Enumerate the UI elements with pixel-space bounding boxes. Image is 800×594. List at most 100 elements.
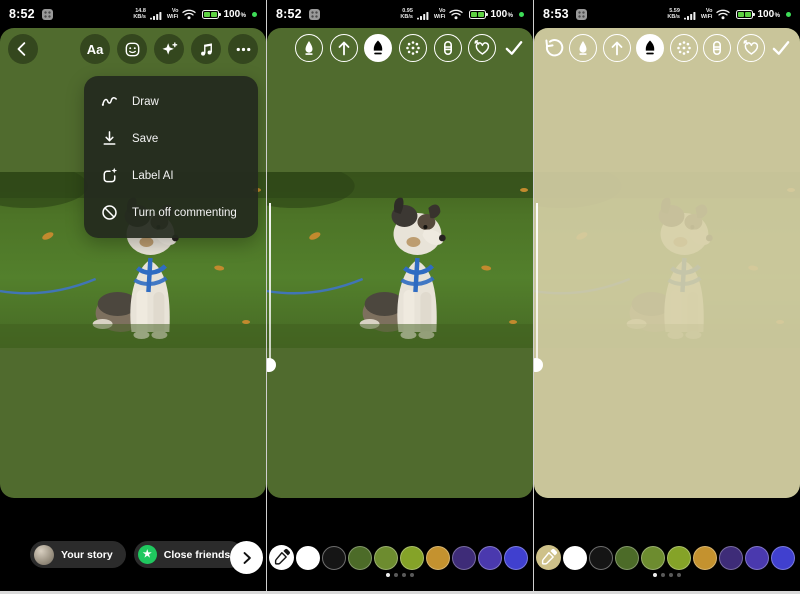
color-swatch[interactable] — [589, 546, 613, 570]
color-swatch[interactable] — [641, 546, 665, 570]
network-speed: 0.95KB/s — [400, 8, 413, 20]
arrow-tool-button[interactable] — [603, 34, 631, 62]
undo-button[interactable] — [542, 37, 564, 59]
eyedropper-button[interactable] — [269, 545, 294, 570]
color-swatch[interactable] — [478, 546, 502, 570]
effects-tool-button[interactable] — [154, 34, 184, 64]
music-note-icon — [197, 40, 216, 59]
brush-size-slider-handle[interactable] — [267, 358, 276, 372]
color-palette — [536, 545, 800, 570]
pen-tool-button[interactable] — [295, 34, 323, 62]
text-tool-label: Aa — [87, 42, 104, 57]
color-swatch[interactable] — [374, 546, 398, 570]
color-swatch[interactable] — [563, 546, 587, 570]
no-comment-icon — [100, 203, 119, 222]
recorder-app-icon — [309, 9, 320, 20]
drawing-canvas[interactable] — [267, 28, 533, 498]
back-button[interactable] — [8, 34, 38, 64]
heart-tool-button[interactable] — [737, 34, 765, 62]
pagination-dot — [661, 573, 665, 577]
close-friends-button[interactable]: ★ Close friends — [134, 541, 244, 568]
eraser-icon — [707, 38, 727, 58]
eraser-tool-button[interactable] — [703, 34, 731, 62]
text-tool-button[interactable]: Aa — [80, 34, 110, 64]
menu-item-draw[interactable]: Draw — [84, 83, 258, 120]
your-story-label: Your story — [61, 549, 113, 561]
heart-tool-button[interactable] — [468, 34, 496, 62]
pagination-dot — [677, 573, 681, 577]
menu-item-save[interactable]: Save — [84, 120, 258, 157]
ellipsis-icon — [234, 40, 253, 59]
brush-size-slider[interactable] — [269, 203, 271, 361]
draw-toolbar — [542, 34, 792, 62]
battery-percent: 100% — [757, 9, 780, 20]
color-swatch[interactable] — [296, 546, 320, 570]
marker-fill-layer — [534, 28, 800, 498]
privacy-indicator-dot — [519, 12, 524, 17]
color-swatch[interactable] — [504, 546, 528, 570]
neon-tool-button[interactable] — [399, 34, 427, 62]
privacy-indicator-dot — [786, 12, 791, 17]
menu-item-label: Draw — [132, 96, 159, 108]
save-icon — [100, 129, 119, 148]
pen-icon — [573, 38, 593, 58]
privacy-indicator-dot — [252, 12, 257, 17]
next-button[interactable] — [230, 541, 263, 574]
eyedropper-button[interactable] — [536, 545, 561, 570]
your-story-button[interactable]: Your story — [30, 541, 126, 568]
color-palette — [269, 545, 533, 570]
color-swatch[interactable] — [452, 546, 476, 570]
color-swatch[interactable] — [745, 546, 769, 570]
brush-size-slider[interactable] — [536, 203, 538, 361]
clock: 8:53 — [543, 7, 569, 21]
music-tool-button[interactable] — [191, 34, 221, 64]
arrow-icon — [334, 38, 354, 58]
wifi-icon — [716, 9, 730, 20]
color-swatch[interactable] — [615, 546, 639, 570]
battery-icon — [469, 10, 486, 19]
clock: 8:52 — [276, 7, 302, 21]
marker-icon — [368, 38, 388, 58]
arrow-icon — [607, 38, 627, 58]
drawing-canvas[interactable] — [534, 28, 800, 498]
status-bar: 8:53 5.59KB/s VoWiFi — [534, 0, 800, 28]
story-toolbar: Aa — [0, 34, 266, 64]
palette-pagination — [534, 573, 800, 577]
pen-tool-button[interactable] — [569, 34, 597, 62]
neon-icon — [403, 38, 423, 58]
color-swatch[interactable] — [693, 546, 717, 570]
eraser-tool-button[interactable] — [434, 34, 462, 62]
color-swatch[interactable] — [322, 546, 346, 570]
color-swatches — [296, 546, 528, 570]
draw-toolbar — [295, 34, 525, 62]
pen-icon — [299, 38, 319, 58]
eyedropper-icon — [539, 548, 558, 567]
done-button[interactable] — [503, 37, 525, 59]
color-swatch[interactable] — [719, 546, 743, 570]
neon-tool-button[interactable] — [670, 34, 698, 62]
pagination-dot — [410, 573, 414, 577]
sparkle-icon — [160, 40, 179, 59]
color-swatch[interactable] — [348, 546, 372, 570]
sticker-tool-button[interactable] — [117, 34, 147, 64]
menu-item-label: Save — [132, 133, 158, 145]
arrow-tool-button[interactable] — [330, 34, 358, 62]
color-swatch[interactable] — [667, 546, 691, 570]
pagination-dot — [669, 573, 673, 577]
clock: 8:52 — [9, 7, 35, 21]
signal-strength-icon — [684, 9, 697, 20]
color-swatch[interactable] — [426, 546, 450, 570]
done-button[interactable] — [770, 37, 792, 59]
screenshot-story-draw: 8:52 0.95KB/s VoWiFi — [266, 0, 533, 591]
screenshot-story-share: 8:52 14.8KB/s VoWiFi — [0, 0, 266, 591]
color-swatch[interactable] — [771, 546, 795, 570]
draw-icon — [100, 92, 119, 111]
menu-item-label-ai[interactable]: Label AI — [84, 157, 258, 194]
story-canvas[interactable]: Aa — [0, 28, 266, 498]
color-swatches — [563, 546, 795, 570]
marker-tool-button[interactable] — [364, 34, 392, 62]
marker-tool-button[interactable] — [636, 34, 664, 62]
color-swatch[interactable] — [400, 546, 424, 570]
menu-item-turn-off-commenting[interactable]: Turn off commenting — [84, 194, 258, 231]
more-options-button[interactable] — [228, 34, 258, 64]
